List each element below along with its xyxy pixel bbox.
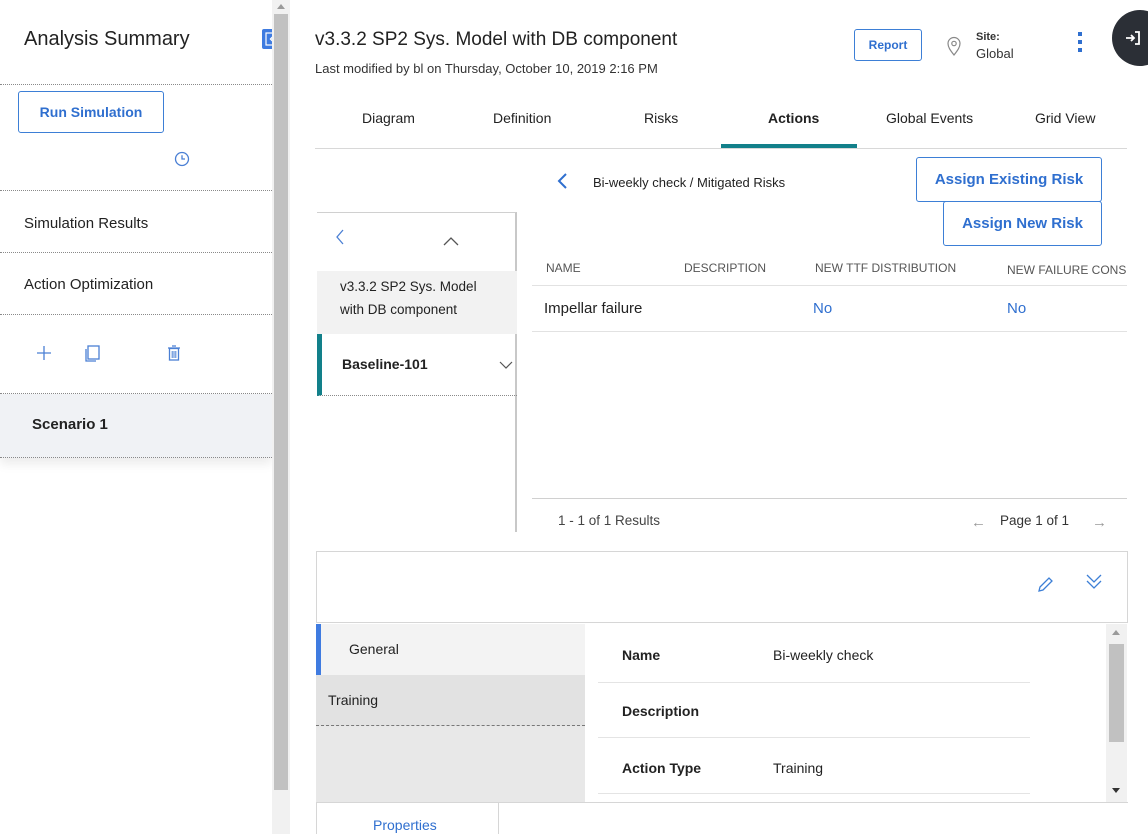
field-label-name: Name: [622, 647, 661, 663]
tab-diagram[interactable]: Diagram: [362, 110, 415, 126]
tree-model-label-line1: v3.3.2 SP2 Sys. Model: [340, 279, 477, 294]
next-page-arrow-icon[interactable]: →: [1092, 514, 1107, 531]
tab-general-label: General: [349, 641, 399, 657]
field-label-action-type: Action Type: [622, 760, 702, 776]
more-menu-icon[interactable]: [1076, 31, 1084, 55]
tab-training[interactable]: Training: [316, 675, 585, 726]
scenario-label: Scenario 1: [32, 416, 108, 433]
details-scroll-up-icon[interactable]: [1112, 630, 1120, 635]
run-simulation-button[interactable]: Run Simulation: [18, 91, 164, 133]
location-pin-icon: [944, 35, 964, 57]
prev-page-arrow-icon[interactable]: ←: [971, 514, 986, 531]
baseline-label: Baseline-101: [342, 356, 428, 372]
tree-baseline-item[interactable]: Baseline-101: [317, 334, 517, 396]
panel-title: Analysis Summary: [24, 28, 190, 50]
tab-training-label: Training: [328, 692, 379, 708]
tab-bar-divider: [315, 148, 1127, 149]
details-scrollbar-thumb[interactable]: [1109, 644, 1124, 742]
site-value[interactable]: Global: [976, 46, 1014, 61]
chevron-down-icon: [499, 361, 513, 369]
collapse-double-chevron-icon[interactable]: [1085, 572, 1103, 590]
left-panel-scrollbar[interactable]: [272, 0, 290, 834]
left-panel: Analysis Summary Run Simulation Simulati…: [0, 0, 282, 834]
tree-up-icon[interactable]: [443, 233, 459, 249]
delete-icon[interactable]: [164, 343, 184, 363]
field-row-action-type: Action Type Training: [598, 738, 1030, 794]
active-tab-underline: [721, 144, 857, 148]
column-header-description[interactable]: DESCRIPTION: [684, 261, 766, 275]
exit-icon: [1126, 31, 1140, 45]
details-side-tabs: General Training: [316, 624, 585, 802]
tab-risks[interactable]: Risks: [644, 110, 678, 126]
page-indicator: Page 1 of 1: [1000, 513, 1070, 528]
assign-new-risk-button[interactable]: Assign New Risk: [943, 201, 1102, 246]
results-count: 1 - 1 of 1 Results: [558, 513, 661, 528]
simulation-results-item[interactable]: Simulation Results: [24, 215, 148, 232]
tab-actions[interactable]: Actions: [768, 110, 819, 126]
details-scroll-down-icon[interactable]: [1112, 788, 1120, 793]
scenario-item[interactable]: Scenario 1: [0, 394, 272, 458]
add-icon[interactable]: [34, 343, 54, 363]
assign-existing-risk-button[interactable]: Assign Existing Risk: [916, 157, 1102, 202]
breadcrumb: Bi-weekly check / Mitigated Risks: [593, 175, 786, 190]
scroll-up-arrow-icon[interactable]: [277, 4, 285, 9]
field-value-name: Bi-weekly check: [773, 647, 874, 663]
details-fields: Name Bi-weekly check Description Action …: [586, 624, 1106, 802]
tab-properties[interactable]: Properties: [316, 803, 499, 834]
tab-general[interactable]: General: [316, 624, 585, 675]
tree-model-item[interactable]: v3.3.2 SP2 Sys. Model with DB component: [317, 271, 517, 334]
details-scrollbar[interactable]: [1106, 624, 1127, 802]
tree-panel: v3.3.2 SP2 Sys. Model with DB component …: [317, 212, 517, 532]
site-label: Site:: [976, 31, 1000, 43]
risk-failure-cell: No: [1007, 300, 1027, 317]
field-value-action-type: Training: [773, 760, 824, 776]
copy-icon[interactable]: [83, 343, 103, 363]
tab-grid-view[interactable]: Grid View: [1035, 110, 1095, 126]
column-header-failure-label: NEW FAILURE CONS: [1007, 263, 1127, 277]
field-label-description: Description: [622, 703, 700, 719]
field-row-name: Name Bi-weekly check: [598, 624, 1030, 683]
action-optimization-item[interactable]: Action Optimization: [24, 276, 153, 293]
history-clock-icon[interactable]: [173, 150, 191, 168]
tree-model-label-line2: with DB component: [340, 302, 458, 317]
details-panel-header: [316, 551, 1128, 623]
page-title: v3.3.2 SP2 Sys. Model with DB component: [315, 29, 678, 50]
tree-back-icon[interactable]: [335, 229, 345, 248]
tab-definition[interactable]: Definition: [493, 110, 551, 126]
side-panel-toggle-button[interactable]: [1112, 10, 1148, 66]
risk-ttf-cell: No: [813, 300, 833, 317]
report-button[interactable]: Report: [854, 29, 922, 61]
table-row[interactable]: Impellar failure No No: [532, 286, 1127, 332]
last-modified-text: Last modified by bl on Thursday, October…: [315, 61, 658, 76]
tab-global-events[interactable]: Global Events: [886, 110, 973, 126]
field-row-description: Description: [598, 683, 1030, 738]
edit-pencil-icon[interactable]: [1035, 575, 1055, 595]
risk-name-cell: Impellar failure: [544, 300, 643, 317]
column-header-failure[interactable]: NEW FAILURE CONS: [1007, 261, 1127, 277]
scrollbar-thumb[interactable]: [274, 14, 288, 790]
tab-properties-label: Properties: [373, 817, 437, 833]
bottom-tab-strip: Properties: [316, 802, 1128, 834]
back-chevron-icon[interactable]: [556, 172, 570, 192]
column-header-ttf[interactable]: NEW TTF DISTRIBUTION: [815, 261, 956, 275]
column-header-name[interactable]: NAME: [546, 261, 581, 275]
